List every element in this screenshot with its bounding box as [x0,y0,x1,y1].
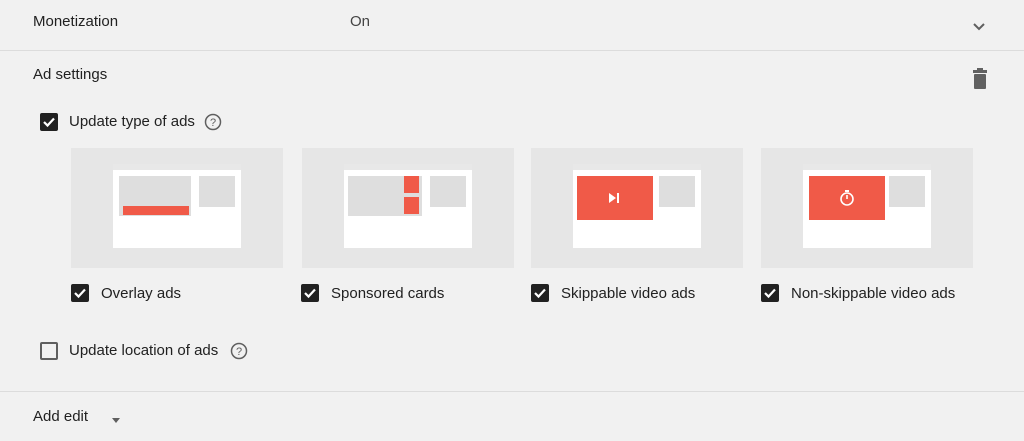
update-location-label: Update location of ads [69,342,219,359]
sponsored-cards-illustration [344,164,472,248]
skip-icon [607,191,621,210]
overlay-ads-label: Overlay ads [101,285,182,302]
monetization-value: On [350,13,371,30]
update-location-checkbox[interactable] [40,342,58,360]
overlay-ads-illustration [113,164,241,248]
skippable-video-ads-label: Skippable video ads [561,285,696,302]
skippable-video-ads-illustration [573,164,701,248]
skippable-video-ads-checkbox[interactable] [531,284,549,302]
add-edit-button[interactable]: Add edit [33,408,88,425]
non-skippable-video-ads-checkbox[interactable] [761,284,779,302]
caret-down-icon[interactable] [110,412,122,423]
monetization-row[interactable]: Monetization On [0,0,1024,51]
non-skippable-video-ads-illustration [803,164,931,248]
ad-settings-title: Ad settings [33,66,108,83]
skippable-video-ads-card[interactable] [531,148,743,268]
help-circle-icon[interactable]: ? [204,113,222,131]
add-edit-row: Add edit [0,391,1024,441]
chevron-down-icon[interactable] [968,16,990,38]
timer-icon [839,189,855,212]
update-type-checkbox[interactable] [40,113,58,131]
overlay-ads-checkbox[interactable] [71,284,89,302]
non-skippable-video-ads-card[interactable] [761,148,973,268]
sponsored-cards-checkbox[interactable] [301,284,319,302]
non-skippable-video-ads-label: Non-skippable video ads [791,285,956,302]
svg-text:?: ? [236,346,242,358]
overlay-ads-card[interactable] [71,148,283,268]
trash-icon[interactable] [970,68,990,90]
sponsored-cards-label: Sponsored cards [331,285,445,302]
sponsored-cards-card[interactable] [302,148,514,268]
help-circle-icon[interactable]: ? [230,342,248,360]
ad-settings-section: Ad settings Update type of ads ? Overlay… [0,51,1024,391]
monetization-label: Monetization [33,13,119,30]
update-type-label: Update type of ads [69,113,195,130]
svg-text:?: ? [210,117,216,129]
